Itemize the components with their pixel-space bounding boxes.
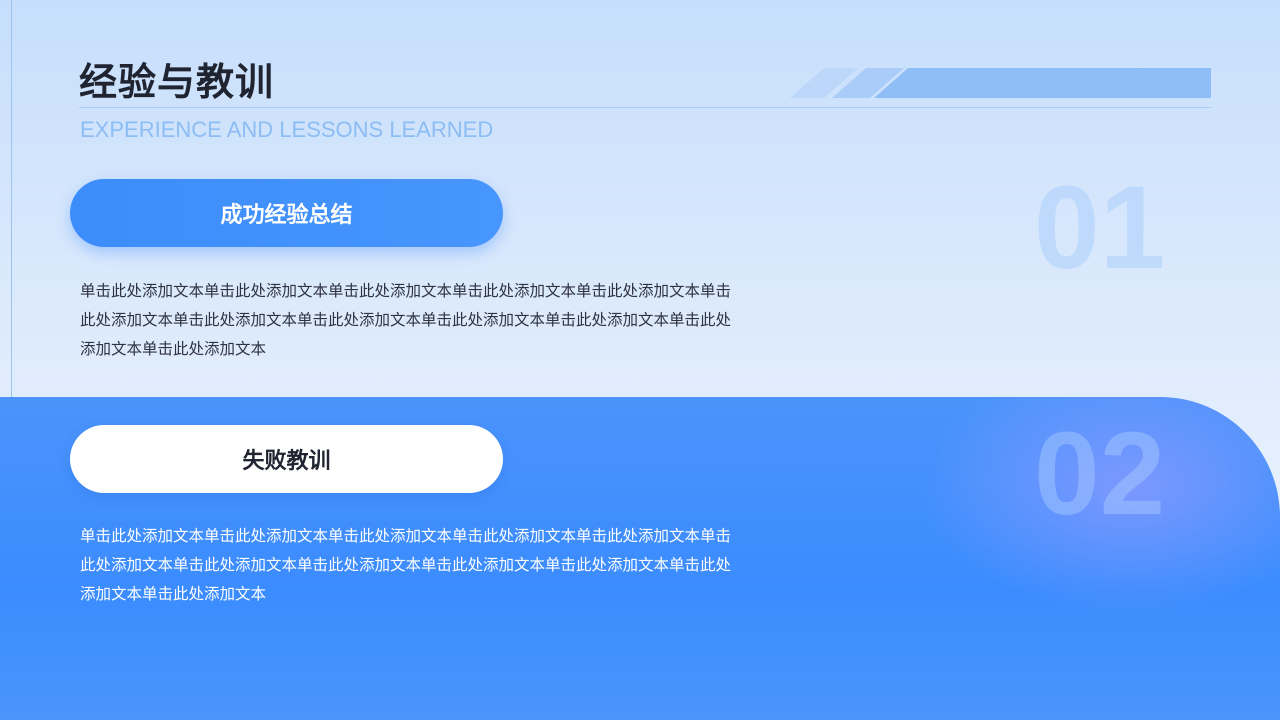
header-stripes-decoration	[790, 68, 1211, 98]
left-vertical-line	[11, 0, 12, 398]
section-body-1: 单击此处添加文本单击此处添加文本单击此处添加文本单击此处添加文本单击此处添加文本…	[80, 282, 732, 358]
stripe-main	[874, 68, 1211, 98]
section-heading-2: 失败教训	[70, 425, 503, 493]
slide: 经验与教训 EXPERIENCE AND LESSONS LEARNED 01 …	[0, 0, 1280, 720]
section-number-2: 02	[1034, 408, 1166, 540]
section-body-2: 单击此处添加文本单击此处添加文本单击此处添加文本单击此处添加文本单击此处添加文本…	[80, 527, 732, 603]
page-title: 经验与教训	[79, 60, 275, 104]
header-divider	[79, 107, 1211, 108]
section-heading-1: 成功经验总结	[70, 179, 503, 247]
section-number-1: 01	[1034, 162, 1166, 294]
page-subtitle: EXPERIENCE AND LESSONS LEARNED	[80, 117, 494, 142]
